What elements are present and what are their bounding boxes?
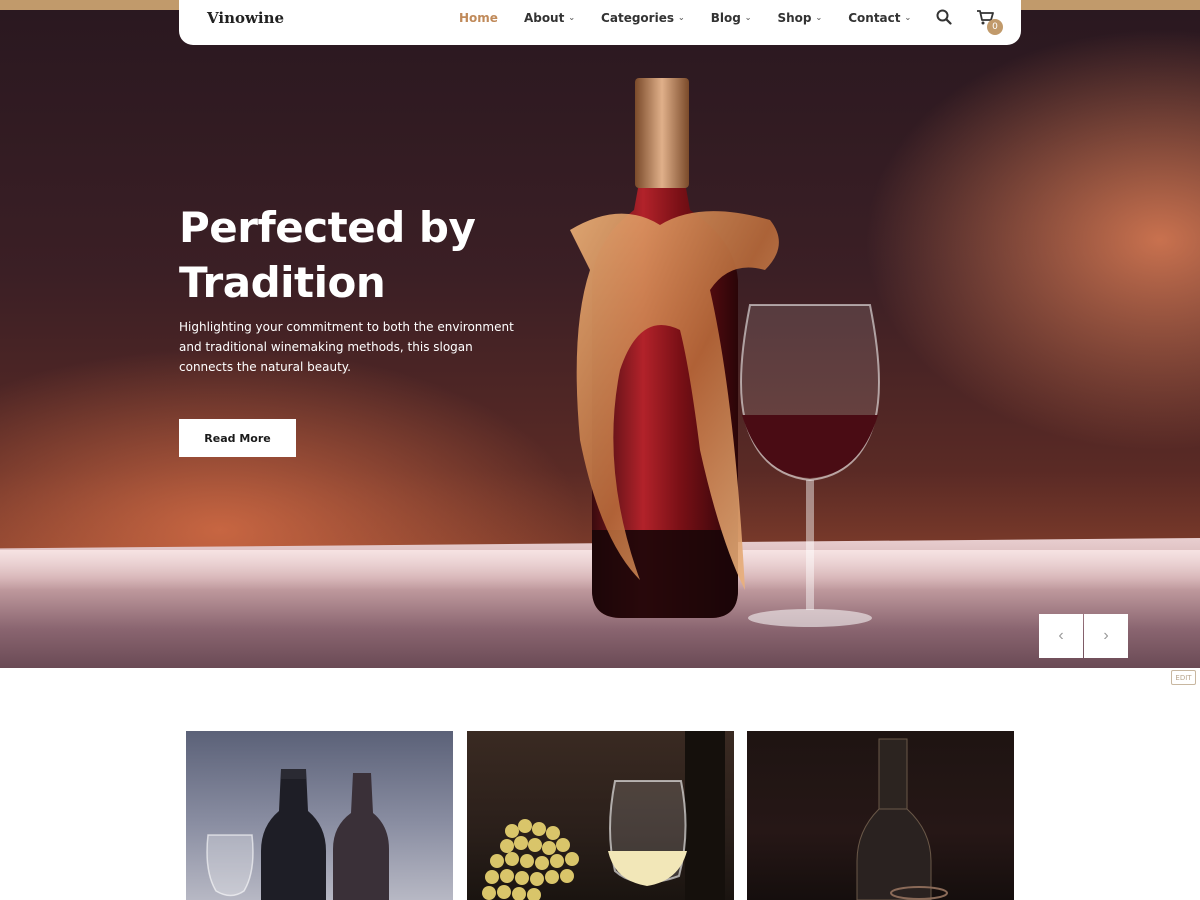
nav-item-categories[interactable]: Categories ⌄ — [601, 11, 685, 25]
nav-item-label: Categories — [601, 10, 674, 25]
white-wine-and-grapes-photo — [482, 731, 725, 900]
chevron-right-icon: › — [1103, 627, 1109, 644]
dark-wine-bottle-photo — [856, 738, 948, 900]
nav-item-home[interactable]: Home — [459, 11, 498, 25]
chevron-down-icon: ⌄ — [568, 13, 576, 22]
chevron-down-icon: ⌄ — [744, 13, 752, 22]
cart-count-badge: 0 — [987, 19, 1003, 35]
product-card-1[interactable] — [186, 731, 453, 900]
wine-glass-image — [740, 304, 880, 627]
nav-item-about[interactable]: About ⌄ — [524, 11, 575, 25]
nav-item-label: About — [523, 10, 565, 25]
hero-title-line1: Perfected by — [179, 203, 476, 252]
slider-prev-button[interactable]: ‹ — [1039, 614, 1083, 658]
wine-bottles-and-glass-photo — [206, 769, 389, 900]
nav-item-blog[interactable]: Blog ⌄ — [711, 11, 752, 25]
nav-item-contact[interactable]: Contact ⌄ — [848, 11, 911, 25]
site-logo[interactable]: Vinowine — [207, 9, 284, 27]
hero-title-line2: Tradition — [179, 258, 386, 307]
main-navigation: Vinowine Home About ⌄ Categories ⌄ Blog … — [179, 0, 1021, 45]
chevron-down-icon: ⌄ — [677, 13, 685, 22]
hero-title: Perfected by Tradition — [179, 200, 539, 310]
product-card-2[interactable] — [467, 731, 734, 900]
nav-menu: Home About ⌄ Categories ⌄ Blog ⌄ Shop ⌄ … — [459, 0, 937, 35]
hero-slider: Perfected by Tradition Highlighting your… — [0, 10, 1200, 668]
edit-badge[interactable]: EDIT — [1171, 670, 1196, 685]
slider-next-button[interactable]: › — [1084, 614, 1128, 658]
nav-item-label: Blog — [710, 10, 741, 25]
nav-item-label: Home — [459, 10, 498, 25]
search-icon[interactable] — [936, 9, 952, 25]
product-card-3[interactable] — [747, 731, 1014, 900]
nav-item-label: Contact — [848, 10, 901, 25]
read-more-button[interactable]: Read More — [179, 419, 296, 457]
hero-description: Highlighting your commitment to both the… — [179, 320, 514, 374]
nav-item-shop[interactable]: Shop ⌄ — [777, 11, 822, 25]
chevron-down-icon: ⌄ — [815, 13, 823, 22]
chevron-left-icon: ‹ — [1058, 627, 1064, 644]
nav-item-label: Shop — [777, 10, 812, 25]
chevron-down-icon: ⌄ — [904, 13, 912, 22]
